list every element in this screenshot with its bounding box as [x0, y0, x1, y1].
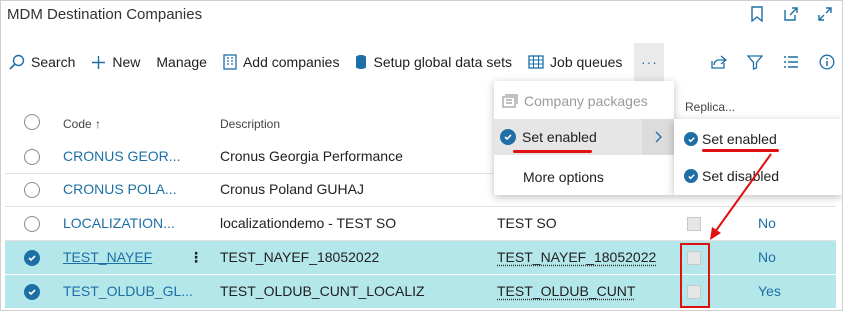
- more-actions-button[interactable]: ···: [634, 43, 665, 81]
- table-row[interactable]: LOCALIZATION... localizationdemo - TEST …: [5, 207, 836, 241]
- grid-icon: [528, 55, 544, 69]
- annotation-highlight-box: [680, 243, 710, 308]
- header-replica[interactable]: Replica...: [685, 100, 735, 114]
- row-replica-value: No: [758, 215, 776, 231]
- annotation-underline: [513, 150, 592, 153]
- annotation-underline: [702, 149, 779, 152]
- row-code[interactable]: TEST_OLDUB_GL...: [63, 283, 193, 299]
- table-row[interactable]: TEST_NAYEF ⋮ TEST_NAYEF_18052022 TEST_NA…: [5, 241, 836, 275]
- menu-label: More options: [523, 169, 604, 185]
- row-company-name[interactable]: TEST_OLDUB_CUNT: [497, 283, 635, 299]
- row-select-radio[interactable]: [24, 216, 40, 232]
- add-companies-button[interactable]: Add companies: [215, 43, 348, 81]
- info-icon[interactable]: [818, 53, 836, 71]
- row-select-radio[interactable]: [24, 182, 40, 198]
- new-button[interactable]: New: [83, 43, 148, 81]
- action-bar: Search New Manage Add companies Setup gl…: [1, 43, 842, 81]
- row-select-radio[interactable]: [24, 149, 40, 165]
- menu-item-company-packages[interactable]: Company packages: [494, 83, 674, 119]
- set-enabled-submenu: Set enabled Set disabled: [674, 119, 842, 195]
- database-icon: [355, 54, 367, 70]
- menu-item-more-options[interactable]: More options: [494, 159, 674, 195]
- menu-label: Company packages: [524, 93, 648, 109]
- row-description: TEST_NAYEF_18052022: [220, 249, 380, 265]
- share-icon[interactable]: [710, 53, 728, 71]
- row-company-name[interactable]: TEST_NAYEF_18052022: [497, 249, 656, 265]
- header-description[interactable]: Description: [220, 117, 280, 131]
- row-actions-ellipsis-icon[interactable]: ⋮: [189, 249, 203, 266]
- filter-icon[interactable]: [746, 53, 764, 71]
- setup-global-data-sets-button[interactable]: Setup global data sets: [347, 43, 520, 81]
- new-label: New: [112, 54, 141, 70]
- row-description: TEST_OLDUB_CUNT_LOCALIZ: [220, 283, 425, 299]
- title-actions: [748, 5, 834, 23]
- add-companies-label: Add companies: [242, 54, 340, 70]
- row-company-name: TEST SO: [497, 215, 557, 231]
- search-icon: [9, 54, 25, 70]
- submenu-label: Set disabled: [702, 168, 780, 184]
- page-title: MDM Destination Companies: [7, 6, 203, 23]
- toolbar-right-actions: [710, 43, 836, 81]
- manage-label: Manage: [156, 54, 207, 70]
- row-description: localizationdemo - TEST SO: [220, 215, 397, 231]
- submenu-label: Set enabled: [702, 131, 777, 147]
- more-actions-menu: Company packages Set enabled More option…: [494, 81, 674, 195]
- check-circle-icon: [500, 129, 516, 145]
- submenu-chevron-right-icon[interactable]: [642, 119, 674, 155]
- expand-icon[interactable]: [816, 5, 834, 23]
- row-code[interactable]: CRONUS POLA...: [63, 181, 177, 197]
- menu-label: Set enabled: [522, 129, 597, 145]
- bookmark-icon[interactable]: [748, 5, 766, 23]
- manage-button[interactable]: Manage: [148, 43, 215, 81]
- package-icon: [502, 94, 518, 108]
- row-code[interactable]: CRONUS GEOR...: [63, 148, 180, 164]
- row-replica-value: No: [758, 249, 776, 265]
- row-selected-check-icon[interactable]: [24, 284, 40, 300]
- row-code[interactable]: TEST_NAYEF: [63, 249, 152, 265]
- table-row[interactable]: TEST_OLDUB_GL... TEST_OLDUB_CUNT_LOCALIZ…: [5, 275, 836, 309]
- list-view-icon[interactable]: [782, 53, 800, 71]
- plus-icon: [91, 55, 106, 70]
- replication-checkbox[interactable]: [687, 217, 701, 231]
- submenu-item-set-disabled[interactable]: Set disabled: [674, 158, 842, 194]
- search-button[interactable]: Search: [1, 43, 83, 81]
- row-selected-check-icon[interactable]: [24, 250, 40, 266]
- setup-global-label: Setup global data sets: [373, 54, 513, 70]
- row-code[interactable]: LOCALIZATION...: [63, 215, 175, 231]
- header-code[interactable]: Code ↑: [63, 117, 101, 131]
- page-window: MDM Destination Companies Search New Man…: [0, 0, 843, 311]
- building-icon: [223, 54, 237, 70]
- select-all-radio[interactable]: [24, 114, 40, 130]
- job-queues-label: Job queues: [550, 54, 623, 70]
- open-new-window-icon[interactable]: [782, 5, 800, 23]
- row-description: Cronus Poland GUHAJ: [220, 181, 364, 197]
- check-circle-icon: [684, 132, 698, 146]
- row-description: Cronus Georgia Performance: [220, 148, 403, 164]
- check-circle-icon: [684, 169, 698, 183]
- search-label: Search: [31, 54, 76, 70]
- job-queues-button[interactable]: Job queues: [520, 43, 630, 81]
- row-replica-value: Yes: [758, 283, 781, 299]
